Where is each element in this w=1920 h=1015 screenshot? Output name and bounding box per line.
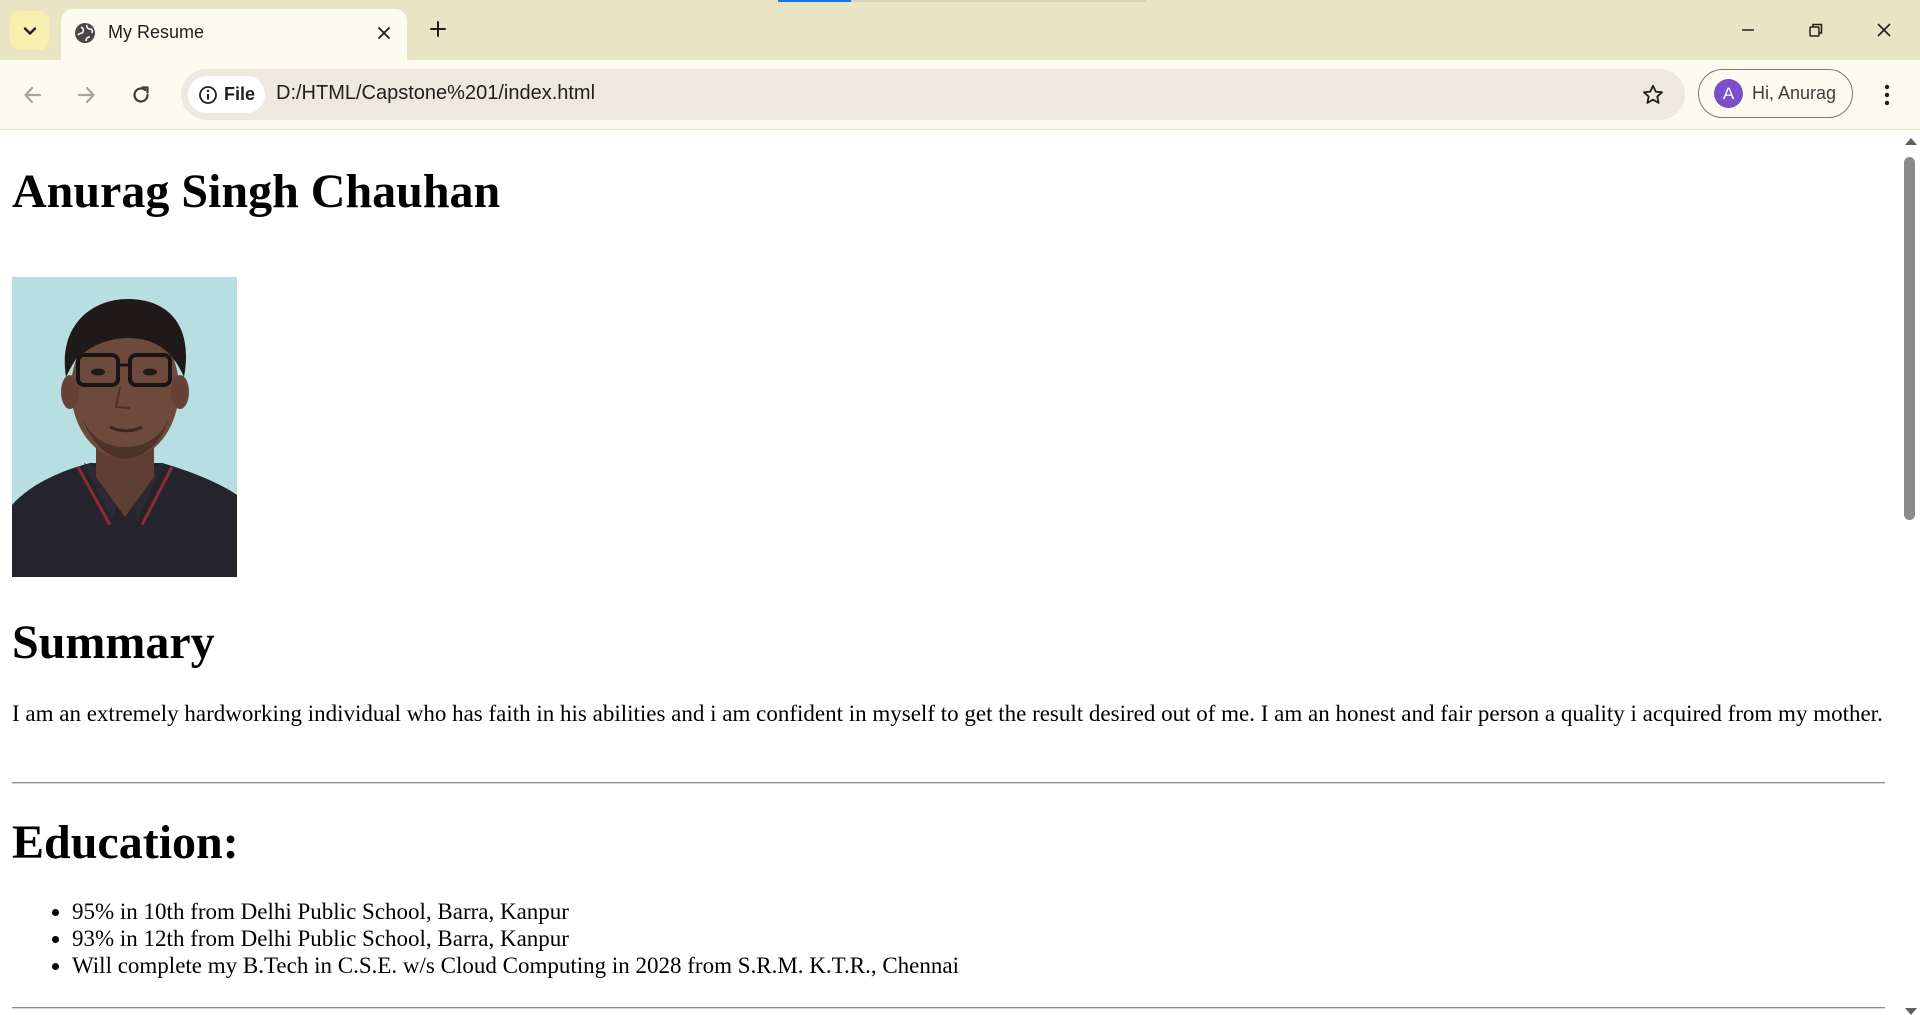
- chevron-down-icon: [23, 26, 36, 35]
- arrow-left-icon: [24, 86, 42, 104]
- close-icon: [378, 27, 390, 39]
- browser-toolbar: File D:/HTML/Capstone%201/index.html A H…: [0, 60, 1920, 130]
- star-icon: [1643, 84, 1663, 104]
- list-item: 93% in 12th from Delhi Public School, Ba…: [72, 925, 959, 952]
- arrow-right-icon: [77, 86, 95, 104]
- forward-button[interactable]: [67, 76, 105, 114]
- globe-icon: [75, 23, 95, 43]
- info-icon: [199, 85, 217, 104]
- tab-my-resume[interactable]: My Resume: [61, 9, 407, 60]
- back-button[interactable]: [14, 76, 52, 114]
- scroll-up-arrow-icon[interactable]: [1905, 138, 1917, 145]
- minimize-icon: [1742, 29, 1754, 31]
- summary-text: I am an extremely hardworking individual…: [12, 701, 1883, 726]
- address-bar[interactable]: File D:/HTML/Capstone%201/index.html: [181, 69, 1685, 120]
- browser-menu-button[interactable]: [1869, 76, 1905, 114]
- close-window-button[interactable]: [1850, 0, 1918, 60]
- tab-close-button[interactable]: [369, 18, 399, 48]
- divider: [12, 782, 1885, 784]
- page-viewport: Anurag Singh Chauhan Summary I am an ext…: [0, 130, 1900, 1015]
- page-title: Anurag Singh Chauhan: [12, 165, 501, 218]
- tab-title: My Resume: [108, 22, 205, 42]
- vertical-scrollbar[interactable]: [1900, 130, 1920, 1015]
- plus-icon: [430, 21, 446, 37]
- scrollbar-thumb[interactable]: [1904, 157, 1915, 520]
- list-item: 95% in 10th from Delhi Public School, Ba…: [72, 898, 959, 925]
- scroll-down-arrow-icon[interactable]: [1905, 1008, 1917, 1015]
- divider: [12, 1007, 1885, 1009]
- reload-icon: [133, 86, 149, 103]
- tab-strip: My Resume: [0, 0, 1920, 60]
- list-item: Will complete my B.Tech in C.S.E. w/s Cl…: [72, 952, 959, 979]
- bookmark-button[interactable]: [1638, 80, 1668, 110]
- url-text[interactable]: D:/HTML/Capstone%201/index.html: [276, 82, 595, 105]
- profile-photo: [12, 277, 237, 577]
- portrait-illustration: [12, 277, 237, 577]
- loading-progress-indicator: [778, 0, 851, 2]
- tab-search-button[interactable]: [10, 11, 49, 50]
- restore-icon: [1809, 23, 1823, 37]
- site-info-label: File: [224, 84, 256, 104]
- close-icon: [1877, 23, 1891, 37]
- education-heading: Education:: [12, 816, 239, 869]
- site-info-chip[interactable]: File: [188, 76, 265, 113]
- kebab-menu-icon: [1884, 84, 1890, 106]
- profile-name: Hi, Anurag: [1752, 83, 1837, 103]
- restore-button[interactable]: [1782, 0, 1850, 60]
- new-tab-button[interactable]: [421, 12, 455, 46]
- reload-button[interactable]: [122, 76, 160, 114]
- loading-progress-track: [851, 0, 1146, 2]
- summary-heading: Summary: [12, 616, 215, 669]
- avatar: A: [1714, 79, 1743, 108]
- education-list: 95% in 10th from Delhi Public School, Ba…: [12, 898, 959, 979]
- minimize-button[interactable]: [1714, 0, 1782, 60]
- profile-button[interactable]: A Hi, Anurag: [1698, 69, 1853, 118]
